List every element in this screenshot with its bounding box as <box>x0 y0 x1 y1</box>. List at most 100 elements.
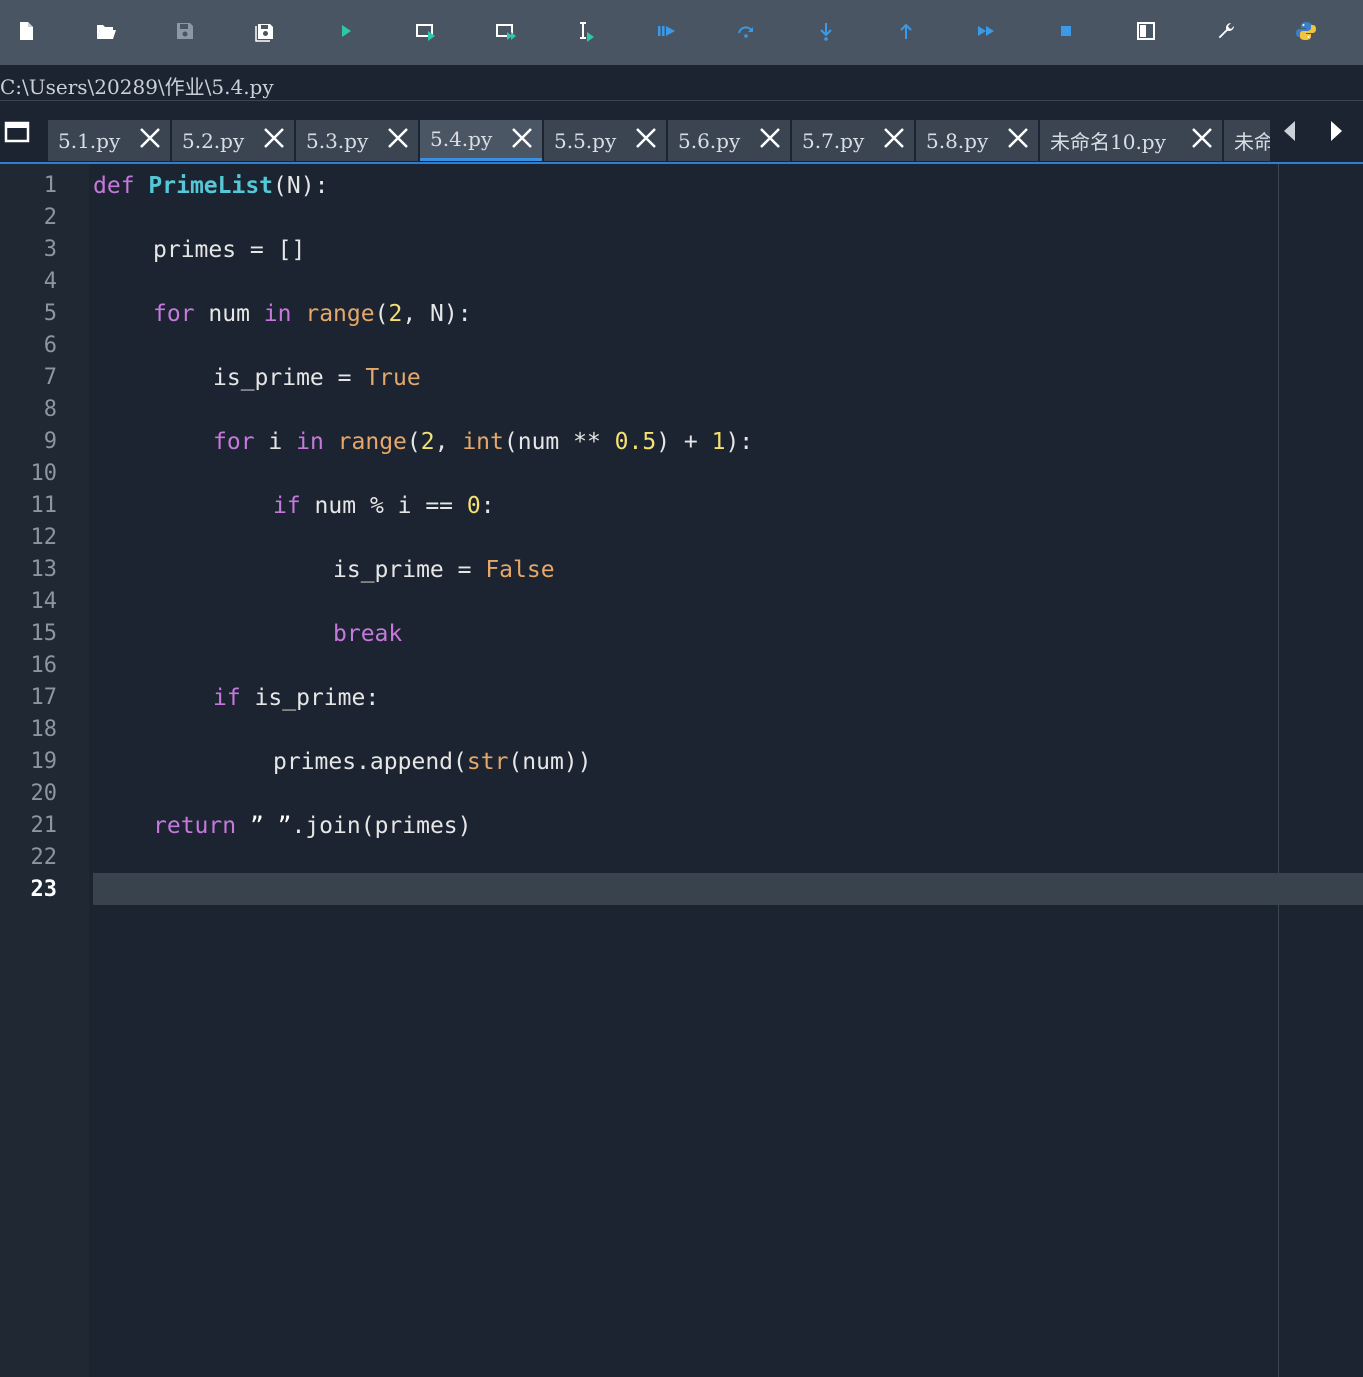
tab-untitled-10[interactable]: 未命名10.py <box>1040 120 1222 161</box>
code-text: ) + <box>656 429 712 455</box>
continue-button[interactable] <box>969 14 1003 48</box>
browse-tabs-icon[interactable] <box>4 120 30 144</box>
stop-button[interactable] <box>1049 14 1083 48</box>
close-icon[interactable] <box>634 126 658 150</box>
close-icon[interactable] <box>758 126 782 150</box>
builtin: range <box>337 429 407 455</box>
open-file-button[interactable] <box>89 14 123 48</box>
code-text: , N): <box>402 301 472 327</box>
line-number: 11 <box>30 493 58 518</box>
tab-label: 未命名10.py <box>1050 130 1166 154</box>
step-over-icon <box>738 26 753 38</box>
code-line-11: if num % i == 0: <box>273 490 495 522</box>
code-text: ): <box>725 429 754 455</box>
close-icon[interactable] <box>1006 126 1030 150</box>
python-path-button[interactable] <box>1289 14 1323 48</box>
step-out-icon <box>900 23 912 39</box>
code-text: i <box>254 429 297 455</box>
code-line-21: return ” ”.join(primes) <box>153 810 472 842</box>
number-literal: 0.5 <box>614 429 657 455</box>
code-text: is_prime = <box>333 557 486 583</box>
new-file-icon <box>20 22 33 40</box>
keyword: if <box>273 493 301 519</box>
tab-5-2[interactable]: 5.2.py <box>172 120 294 161</box>
run-cell-button[interactable] <box>409 14 443 48</box>
tab-5-8[interactable]: 5.8.py <box>916 120 1038 161</box>
line-number: 14 <box>30 589 58 614</box>
code-text: primes = [] <box>153 237 306 263</box>
tab-untitled-11[interactable]: 未命 <box>1224 120 1270 161</box>
code-line-15: break <box>333 618 402 650</box>
close-icon[interactable] <box>386 126 410 150</box>
stop-icon <box>1061 26 1071 36</box>
save-file-button[interactable] <box>168 14 202 48</box>
scroll-tabs-left-icon[interactable] <box>1280 118 1300 144</box>
code-line-9: for i in range(2, int(num ** 0.5) + 1): <box>213 426 753 458</box>
line-number: 12 <box>30 525 58 550</box>
run-cell-advance-button[interactable] <box>489 14 523 48</box>
function-name: PrimeList <box>148 173 274 199</box>
tab-5-6[interactable]: 5.6.py <box>668 120 790 161</box>
tab-label: 5.2.py <box>182 128 245 153</box>
number-literal: 2 <box>388 301 403 327</box>
scroll-tabs-right-icon[interactable] <box>1326 118 1346 144</box>
preferences-button[interactable] <box>1209 14 1243 48</box>
step-over-button[interactable] <box>729 14 763 48</box>
keyword: for <box>213 429 255 455</box>
close-icon[interactable] <box>262 126 286 150</box>
code-line-17: if is_prime: <box>213 682 379 714</box>
tab-5-5[interactable]: 5.5.py <box>544 120 666 161</box>
number-literal: 0 <box>466 493 481 519</box>
tab-label: 5.6.py <box>678 128 741 153</box>
save-icon <box>177 23 193 39</box>
code-text: num <box>194 301 264 327</box>
code-text: ( <box>374 301 389 327</box>
close-icon[interactable] <box>138 126 162 150</box>
close-icon[interactable] <box>882 126 906 150</box>
tab-5-3[interactable]: 5.3.py <box>296 120 418 161</box>
toolbar <box>0 0 1363 65</box>
code-text: (N): <box>273 173 329 199</box>
editor-tab-bar: 5.1.py 5.2.py 5.3.py 5.4.py 5.5.py 5.6.p… <box>0 101 1363 164</box>
new-file-button[interactable] <box>9 14 43 48</box>
file-path: C:\Users\20289\作业\5.4.py <box>0 75 274 99</box>
step-into-button[interactable] <box>809 14 843 48</box>
code-line-13: is_prime = False <box>333 554 555 586</box>
tab-5-4[interactable]: 5.4.py <box>420 120 542 161</box>
maximize-pane-button[interactable] <box>1129 14 1163 48</box>
save-all-icon <box>255 24 273 42</box>
code-text: ( <box>406 429 421 455</box>
number-literal: 2 <box>420 429 435 455</box>
code-text: num % i == <box>300 493 467 519</box>
line-number: 8 <box>43 397 57 422</box>
builtin: True <box>365 365 421 391</box>
run-button[interactable] <box>329 14 363 48</box>
tab-label: 5.4.py <box>430 127 493 151</box>
play-icon <box>342 25 351 37</box>
line-number: 3 <box>43 237 57 262</box>
code-text: : <box>480 493 495 519</box>
debug-button[interactable] <box>649 14 683 48</box>
tab-label: 5.7.py <box>802 128 865 153</box>
code-line-1: def PrimeList(N): <box>93 170 328 202</box>
folder-open-icon <box>97 25 116 39</box>
step-out-button[interactable] <box>889 14 923 48</box>
code-text: , <box>434 429 463 455</box>
line-number: 1 <box>43 173 57 198</box>
builtin: range <box>305 301 375 327</box>
current-line-highlight <box>93 873 1363 905</box>
keyword: if <box>213 685 241 711</box>
save-all-button[interactable] <box>248 14 282 48</box>
code-text: (num ** <box>503 429 615 455</box>
tab-5-7[interactable]: 5.7.py <box>792 120 914 161</box>
line-number: 13 <box>30 557 58 582</box>
current-line-number: 23 <box>30 877 58 902</box>
run-selection-button[interactable] <box>569 14 603 48</box>
line-number: 7 <box>43 365 57 390</box>
keyword: in <box>263 301 292 327</box>
tab-5-1[interactable]: 5.1.py <box>48 120 170 161</box>
number-literal: 1 <box>711 429 726 455</box>
close-icon[interactable] <box>510 126 534 150</box>
keyword: def <box>93 173 135 199</box>
close-icon[interactable] <box>1190 126 1214 150</box>
